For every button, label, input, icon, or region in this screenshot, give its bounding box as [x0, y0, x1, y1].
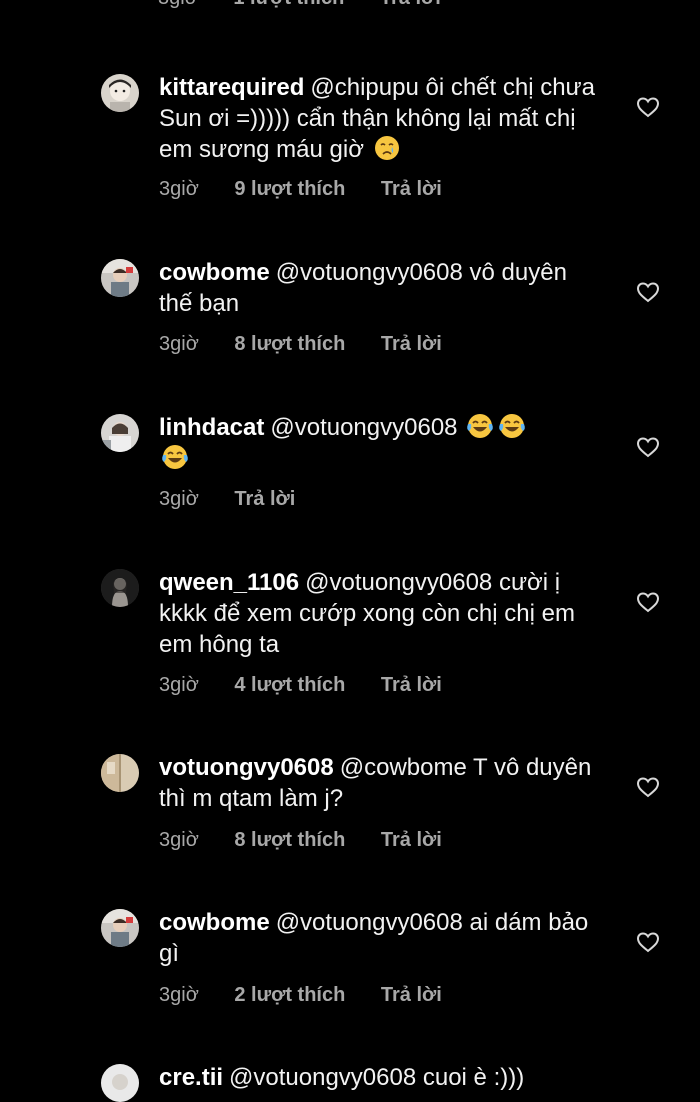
comment-meta: 3giờ 9 lượt thích Trả lời [159, 177, 472, 201]
comment-username[interactable]: votuongvy0608 [159, 754, 334, 781]
like-heart-icon[interactable] [636, 776, 660, 798]
comment-likes[interactable]: 8 lượt thích [234, 332, 345, 356]
comment-username[interactable]: kittarequired [159, 74, 304, 101]
reply-button[interactable]: Trả lời [234, 487, 295, 511]
tears-of-joy-emoji-icon [498, 412, 526, 440]
comment-username[interactable]: linhdacat [159, 414, 264, 441]
comment-likes[interactable]: 8 lượt thích [234, 828, 345, 852]
comment-username[interactable]: qween_1106 [159, 569, 299, 596]
comment-time: 3giờ [159, 984, 199, 1006]
comment-text: linhdacat @votuongvy0608 [159, 412, 599, 474]
reply-button[interactable]: Trả lời [381, 828, 442, 852]
comment-likes[interactable]: 4 lượt thích [234, 673, 345, 697]
like-heart-icon[interactable] [636, 281, 660, 303]
avatar[interactable] [101, 569, 139, 607]
comment-likes[interactable]: 2 lượt thích [234, 983, 345, 1007]
comment-time: 3giờ [159, 674, 199, 696]
avatar[interactable] [101, 74, 139, 112]
comment-time: 3giờ [159, 178, 199, 200]
like-heart-icon[interactable] [636, 96, 660, 118]
comment-meta: 3giờ 8 lượt thích Trả lời [159, 332, 472, 356]
reply-button[interactable]: Trả lời [381, 332, 442, 356]
comment-username[interactable]: cowbome [159, 259, 270, 286]
reply-button[interactable]: Trả lời [381, 177, 442, 201]
comment-meta: 3giờ 2 lượt thích Trả lời [159, 983, 472, 1007]
avatar[interactable] [101, 259, 139, 297]
comment-time: 3giờ [158, 0, 198, 10]
like-heart-icon[interactable] [636, 931, 660, 953]
comment-body: @votuongvy0608 [270, 414, 458, 441]
tears-of-joy-emoji-icon [466, 412, 494, 440]
like-heart-icon[interactable] [636, 436, 660, 458]
like-heart-icon[interactable] [636, 591, 660, 613]
avatar[interactable] [101, 1064, 139, 1102]
comment-text: votuongvy0608 @cowbome T vô duyên thì m q… [159, 752, 599, 814]
comment-meta: 3giờ 4 lượt thích Trả lời [159, 673, 472, 697]
comment-text: kittarequired @chipupu ôi chết chị chưa S… [159, 72, 599, 165]
comment-time: 3giờ [159, 333, 199, 355]
comment-username[interactable]: cowbome [159, 909, 270, 936]
reply-button[interactable]: Trả lời [381, 983, 442, 1007]
avatar[interactable] [101, 754, 139, 792]
comment-text: qween_1106 @votuongvy0608 cười ị kkkk để … [159, 567, 599, 660]
reply-button[interactable]: Trả lời [380, 0, 441, 10]
comment-meta: 3giờ 8 lượt thích Trả lời [159, 828, 472, 852]
tears-of-joy-emoji-icon [161, 443, 189, 471]
comment-time: 3giờ [159, 488, 199, 510]
comment-text: cowbome @votuongvy0608 ai dám bảo gì [159, 907, 599, 969]
avatar[interactable] [101, 414, 139, 452]
crying-face-emoji-icon [373, 134, 401, 162]
comment-likes[interactable]: 1 lượt thích [233, 0, 344, 10]
comment-meta: 3giờ Trả lời [159, 487, 325, 511]
avatar[interactable] [101, 909, 139, 947]
reply-button[interactable]: Trả lời [381, 673, 442, 697]
comment-text: cowbome @votuongvy0608 vô duyên thế bạn [159, 257, 599, 319]
previous-comment-meta: 3giờ 1 lượt thích Trả lời [0, 0, 700, 18]
comment-username[interactable]: cre.tii [159, 1064, 223, 1091]
comment-time: 3giờ [159, 829, 199, 851]
comment-likes[interactable]: 9 lượt thích [234, 177, 345, 201]
comment-body: @votuongvy0608 cuoi è :))) [229, 1064, 525, 1091]
comment-text: cre.tii @votuongvy0608 cuoi è :))) [159, 1062, 599, 1093]
